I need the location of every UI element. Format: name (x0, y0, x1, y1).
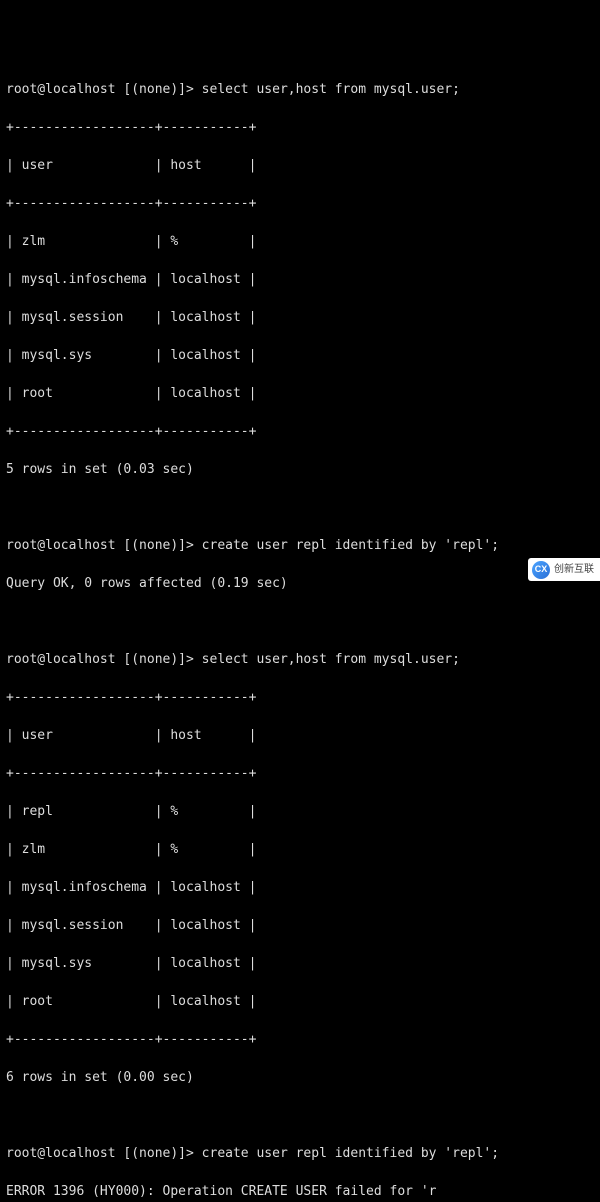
terminal-line: root@localhost [(none)]> create user rep… (6, 536, 594, 555)
sql-command: select user,host from mysql.user; (202, 82, 460, 97)
blank-line (6, 612, 594, 631)
table-row: | mysql.infoschema | localhost | (6, 270, 594, 289)
table-header: | user | host | (6, 726, 594, 745)
table-row: | root | localhost | (6, 992, 594, 1011)
result-summary: Query OK, 0 rows affected (0.19 sec) (6, 574, 594, 593)
table-border: +------------------+-----------+ (6, 118, 594, 137)
sql-command: select user,host from mysql.user; (202, 652, 460, 667)
table-border: +------------------+-----------+ (6, 194, 594, 213)
table-border: +------------------+-----------+ (6, 422, 594, 441)
prompt: root@localhost [(none)]> (6, 1146, 202, 1161)
table-row: | mysql.session | localhost | (6, 916, 594, 935)
prompt: root@localhost [(none)]> (6, 82, 202, 97)
table-header: | user | host | (6, 156, 594, 175)
watermark-logo-icon: CX (532, 561, 550, 579)
table-row: | repl | % | (6, 802, 594, 821)
result-summary: 5 rows in set (0.03 sec) (6, 460, 594, 479)
table-border: +------------------+-----------+ (6, 688, 594, 707)
error-message: ERROR 1396 (HY000): Operation CREATE USE… (6, 1182, 594, 1201)
table-row: | mysql.sys | localhost | (6, 346, 594, 365)
table-row: | mysql.infoschema | localhost | (6, 878, 594, 897)
prompt: root@localhost [(none)]> (6, 652, 202, 667)
sql-command: create user repl identified by 'repl'; (202, 538, 499, 553)
blank-line (6, 1106, 594, 1125)
sql-command: create user repl identified by 'repl'; (202, 1146, 499, 1161)
terminal-line: root@localhost [(none)]> select user,hos… (6, 80, 594, 99)
terminal-line: root@localhost [(none)]> select user,hos… (6, 650, 594, 669)
table-border: +------------------+-----------+ (6, 764, 594, 783)
result-summary: 6 rows in set (0.00 sec) (6, 1068, 594, 1087)
watermark: CX 创新互联 (528, 558, 600, 581)
prompt: root@localhost [(none)]> (6, 538, 202, 553)
table-row: | mysql.session | localhost | (6, 308, 594, 327)
table-row: | zlm | % | (6, 840, 594, 859)
terminal-line: root@localhost [(none)]> create user rep… (6, 1144, 594, 1163)
table-row: | mysql.sys | localhost | (6, 954, 594, 973)
table-row: | zlm | % | (6, 232, 594, 251)
table-border: +------------------+-----------+ (6, 1030, 594, 1049)
watermark-text: 创新互联 (554, 560, 594, 579)
table-row: | root | localhost | (6, 384, 594, 403)
blank-line (6, 498, 594, 517)
